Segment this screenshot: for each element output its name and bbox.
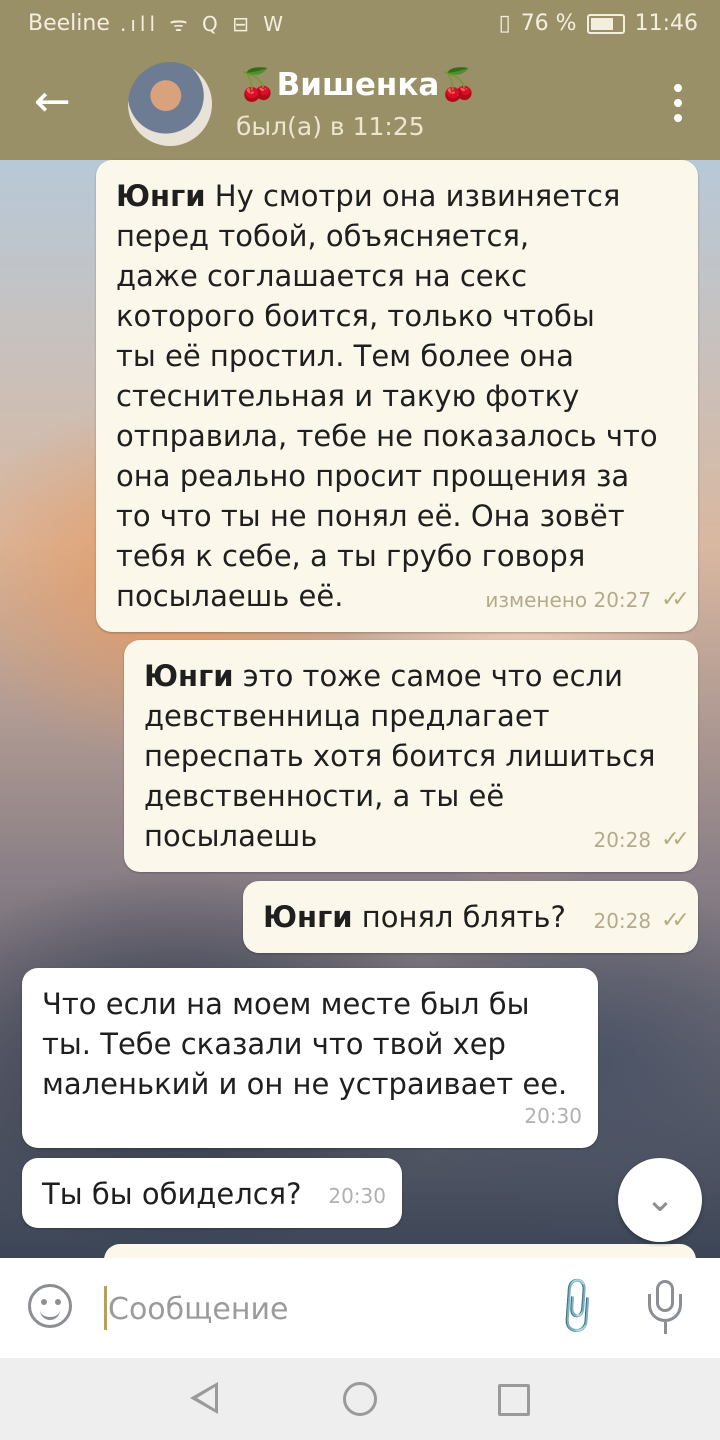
message-meta: 20:28 ✓✓ [593,901,690,941]
nav-recents-icon[interactable] [498,1384,530,1416]
message-list[interactable]: Юнги Ну смотри она извиняется перед тобо… [0,160,720,1260]
message-bubble[interactable]: Что если на моем месте был бы ты. Тебе с… [22,968,598,1148]
message-meta: 20:30 [328,1176,386,1216]
arrow-left-icon[interactable]: ← [34,78,82,126]
double-check-icon: ✓✓ [661,587,690,612]
message-text: Юнги понял блять? [263,900,566,934]
nav-home-icon[interactable] [343,1382,377,1416]
avatar[interactable] [128,62,212,146]
sender-name: Юнги [263,900,353,934]
system-nav-bar [0,1358,720,1440]
message-time: 20:30 [328,1184,386,1208]
message-time: 20:30 [524,1104,582,1128]
message-input-bar: 📎 [0,1258,720,1358]
microphone-icon[interactable] [646,1280,686,1336]
message-time: 20:28 [593,828,652,852]
message-time: изменено 20:27 [485,588,652,612]
chat-title[interactable]: 🍒Вишенка🍒 [238,66,478,103]
carrier-label: Beeline [28,11,110,36]
double-check-icon: ✓✓ [661,827,690,852]
paperclip-icon[interactable]: 📎 [542,1272,611,1341]
battery-percent: 76 % [520,11,577,36]
message-bubble[interactable]: Юнги Ну смотри она извиняется перед тобо… [96,160,698,632]
sender-name: Юнги [116,179,206,213]
nav-back-icon[interactable] [190,1382,218,1414]
vibrate-icon: ▯ [498,11,511,36]
message-meta: изменено 20:27 ✓✓ [485,580,690,620]
message-bubble[interactable]: Юнги это тоже самое что если девственниц… [124,640,698,872]
message-text: Ты бы обиделся? [42,1177,302,1211]
message-text: Что если на моем месте был бы ты. Тебе с… [42,987,568,1101]
emoji-icon[interactable] [28,1284,72,1328]
battery-icon [586,13,625,34]
message-time: 20:28 [593,909,652,933]
chat-header: ← 🍒Вишенка🍒 был(а) в 11:25 [0,48,720,160]
double-check-icon: ✓✓ [661,908,690,933]
message-text: Юнги это тоже самое что если девственниц… [144,659,656,853]
message-meta: 20:30 [524,1096,582,1136]
message-bubble[interactable]: Ты бы обиделся? 20:30 [22,1158,402,1228]
status-right: ▯ 76 % 11:46 [499,11,698,36]
sender-name: Юнги [144,659,234,693]
chevron-down-icon: ⌄ [644,1179,676,1220]
message-meta: 20:28 ✓✓ [593,820,690,860]
message-text: Юнги Ну смотри она извиняется перед тобо… [116,179,658,613]
clock: 11:46 [634,11,698,36]
status-icons: .ıll ᯤ Q ⊟ W [120,12,287,36]
message-input[interactable] [106,1282,530,1336]
status-bar: Beeline .ıll ᯤ Q ⊟ W ▯ 76 % 11:46 [0,0,720,48]
message-bubble[interactable]: Юнги понял блять? 20:28 ✓✓ [243,881,698,953]
scroll-down-button[interactable]: ⌄ [618,1158,702,1242]
more-menu-icon[interactable] [674,84,686,122]
last-seen-status: был(а) в 11:25 [236,112,425,141]
